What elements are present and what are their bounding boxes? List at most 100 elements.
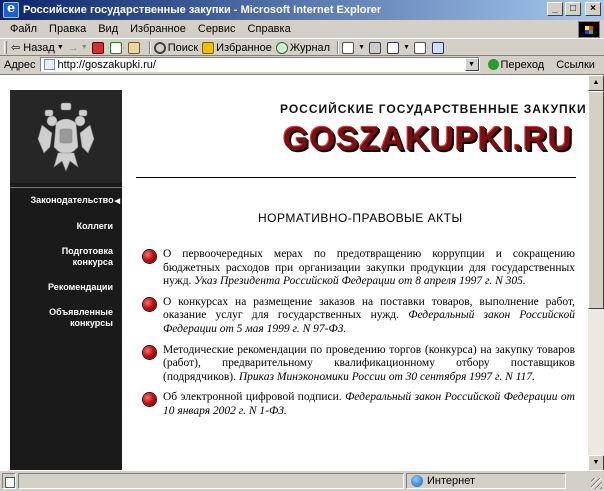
- address-url: http://goszakupki.ru/: [57, 58, 156, 71]
- links-button[interactable]: Ссылки: [556, 59, 595, 71]
- vertical-scrollbar[interactable]: ▲ ▼: [588, 75, 604, 470]
- back-arrow-icon: ⇦: [11, 42, 21, 54]
- zone-label: Интернет: [427, 475, 475, 487]
- go-arrow-icon: [487, 59, 499, 70]
- favorites-button[interactable]: Избранное: [202, 41, 272, 54]
- act-source: Приказ Минэкономики России от 30 сентябр…: [238, 370, 535, 383]
- menu-help[interactable]: Справка: [242, 23, 297, 35]
- site-sidebar: Законодательство Коллеги Подготовка конк…: [10, 90, 122, 470]
- toolbar-separator: [337, 41, 340, 54]
- resize-grip[interactable]: [591, 478, 602, 489]
- discuss-button[interactable]: [413, 41, 428, 54]
- discuss-icon: [413, 41, 426, 54]
- scroll-down-button[interactable]: ▼: [588, 455, 604, 470]
- address-bar: Адрес http://goszakupki.ru/ ▼ Переход Сс…: [0, 56, 604, 73]
- page-icon: [43, 59, 55, 70]
- home-button[interactable]: [127, 41, 142, 54]
- favorites-icon: [202, 41, 215, 54]
- mail-icon: [342, 41, 355, 54]
- window-title: Российские государственные закупки - Mic…: [23, 4, 382, 16]
- nav-announced-tenders[interactable]: Объявленные конкурсы: [10, 307, 122, 329]
- forward-button[interactable]: → ▼: [68, 42, 88, 54]
- section-title: НОРМАТИВНО-ПРАВОВЫЕ АКТЫ: [258, 211, 463, 225]
- edit-icon: [387, 41, 399, 54]
- menu-bar: Файл Правка Вид Избранное Сервис Справка: [0, 20, 604, 39]
- chevron-down-icon[interactable]: ▼: [57, 44, 64, 51]
- back-label: Назад: [23, 41, 55, 54]
- bullet-icon: [143, 393, 156, 407]
- search-icon: [153, 41, 166, 54]
- chevron-down-icon[interactable]: ▼: [358, 44, 365, 51]
- acts-list: О первоочередных мерах по предотвращению…: [143, 248, 575, 426]
- scrollbar-thumb[interactable]: [588, 91, 604, 309]
- home-icon: [127, 41, 140, 54]
- act-source: Указ Президента Российской Федерации от …: [194, 275, 526, 288]
- window-controls: _ □ ×: [547, 2, 601, 16]
- site-header-title: РОССИЙСКИЕ ГОСУДАРСТВЕННЫЕ ЗАКУПКИ: [280, 102, 587, 116]
- address-input[interactable]: http://goszakupki.ru/ ▼: [39, 57, 480, 72]
- messenger-icon: [431, 41, 444, 54]
- minimize-button[interactable]: _: [547, 2, 563, 16]
- coat-of-arms-emblem: [10, 90, 122, 183]
- double-headed-eagle-icon: [37, 102, 95, 172]
- list-item: О конкурсах на размещение заказов на пос…: [143, 296, 575, 337]
- search-label: Поиск: [167, 41, 199, 54]
- status-bar: Интернет: [0, 470, 604, 491]
- history-icon: [275, 41, 288, 54]
- stop-icon: [91, 41, 104, 54]
- security-zone: Интернет: [406, 473, 566, 489]
- nav-legislation[interactable]: Законодательство: [10, 195, 122, 207]
- bullet-icon: [143, 250, 156, 263]
- nav-tender-preparation[interactable]: Подготовка конкурса: [10, 246, 122, 268]
- site-nav: Законодательство Коллеги Подготовка конк…: [10, 187, 122, 343]
- forward-arrow-icon: →: [67, 41, 79, 54]
- page-status-icon: [2, 473, 16, 489]
- status-text-area: [18, 473, 404, 489]
- refresh-button[interactable]: [109, 41, 124, 54]
- standard-toolbar: ⇦ Назад ▼ → ▼ Поиск Избранное Журнал ▼ ▼: [0, 40, 604, 56]
- mail-button[interactable]: ▼: [342, 41, 365, 54]
- go-label: Переход: [500, 58, 545, 71]
- stop-button[interactable]: [91, 41, 106, 54]
- menu-tools[interactable]: Сервис: [192, 23, 242, 35]
- web-page: Законодательство Коллеги Подготовка конк…: [10, 90, 586, 470]
- menu-favorites[interactable]: Избранное: [124, 23, 192, 35]
- act-title[interactable]: Об электронной цифровой подписи.: [163, 391, 342, 403]
- internet-explorer-icon[interactable]: [3, 1, 19, 18]
- edit-button[interactable]: ▼: [387, 41, 410, 54]
- menu-file[interactable]: Файл: [4, 23, 43, 35]
- history-button[interactable]: Журнал: [275, 41, 331, 54]
- search-button[interactable]: Поиск: [153, 41, 199, 54]
- list-item: Методические рекомендации по проведению …: [143, 344, 575, 385]
- windows-logo-icon: [578, 21, 600, 38]
- refresh-icon: [109, 41, 122, 54]
- bullet-icon: [143, 345, 156, 359]
- toolbar-separator: [148, 41, 151, 54]
- go-button[interactable]: Переход: [487, 58, 545, 71]
- bullet-icon: [143, 297, 156, 311]
- favorites-label: Избранное: [216, 41, 272, 54]
- chevron-down-icon[interactable]: ▼: [403, 44, 410, 51]
- back-button[interactable]: ⇦ Назад ▼: [11, 41, 64, 55]
- close-button[interactable]: ×: [585, 2, 601, 16]
- nav-recommendations[interactable]: Рекомендации: [10, 282, 122, 293]
- nav-colleagues[interactable]: Коллеги: [10, 221, 122, 232]
- address-label: Адрес: [4, 58, 36, 71]
- maximize-button[interactable]: □: [565, 2, 581, 16]
- chevron-down-icon[interactable]: ▼: [81, 44, 88, 51]
- print-icon: [369, 41, 381, 54]
- address-dropdown-button[interactable]: ▼: [464, 58, 479, 71]
- browser-viewport: Законодательство Коллеги Подготовка конк…: [0, 74, 604, 470]
- history-label: Журнал: [289, 41, 331, 54]
- toolbar-grip[interactable]: [4, 41, 7, 54]
- list-item: Об электронной цифровой подписи. Федерал…: [143, 391, 575, 418]
- site-logo[interactable]: GOSZAKUPKI.RU: [283, 120, 573, 158]
- menu-edit[interactable]: Правка: [43, 23, 92, 35]
- globe-icon: [411, 475, 423, 487]
- messenger-button[interactable]: [431, 41, 446, 54]
- scroll-up-button[interactable]: ▲: [588, 75, 604, 91]
- title-bar: Российские государственные закупки - Mic…: [0, 0, 604, 20]
- list-item: О первоочередных мерах по предотвращению…: [143, 248, 575, 289]
- menu-view[interactable]: Вид: [92, 23, 124, 35]
- print-button[interactable]: [369, 41, 383, 54]
